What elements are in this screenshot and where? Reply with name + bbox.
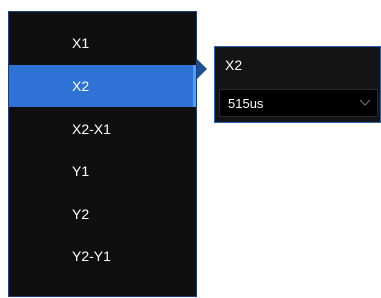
menu-item-x2-x1[interactable]: X2-X1 (9, 108, 196, 150)
menu-item-label: Y2 (72, 206, 90, 222)
x2-value: 515us (228, 95, 264, 111)
menu-item-x1[interactable]: X1 (9, 22, 196, 64)
menu-item-x2[interactable]: X2 (9, 65, 196, 107)
menu-item-label: Y2-Y1 (72, 248, 111, 264)
menu-item-label: X2 (72, 78, 90, 94)
menu-item-label: X2-X1 (72, 121, 111, 137)
x2-value-dropdown[interactable]: 515us (219, 89, 378, 117)
menu-item-label: X1 (72, 35, 90, 51)
menu-item-label: Y1 (72, 163, 90, 179)
menu-item-y2[interactable]: Y2 (9, 193, 196, 235)
popup-title: X2 (225, 57, 243, 73)
menu-item-y1[interactable]: Y1 (9, 150, 196, 192)
x2-value-popup: X2 515us (214, 46, 381, 123)
chevron-down-icon (359, 99, 371, 107)
menu-item-y2-y1[interactable]: Y2-Y1 (9, 235, 196, 277)
cursor-menu: X1 X2 X2-X1 Y1 Y2 Y2-Y1 (8, 11, 197, 297)
popup-pointer-arrow (197, 59, 207, 79)
